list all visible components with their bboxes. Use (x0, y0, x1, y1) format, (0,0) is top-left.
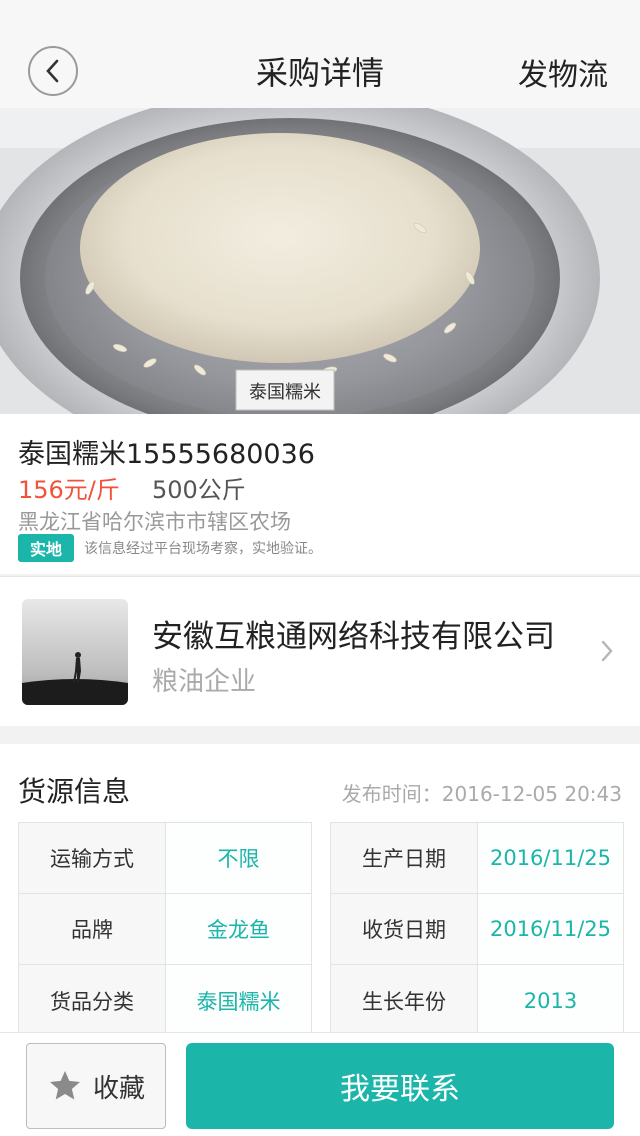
company-avatar (22, 599, 128, 705)
table-row: 收货日期 2016/11/25 (331, 894, 623, 965)
company-type: 粮油企业 (152, 667, 257, 697)
table-key: 生长年份 (331, 965, 478, 1036)
product-address: 黑龙江省哈尔滨市市辖区农场 (18, 510, 291, 534)
chevron-right-icon (600, 639, 614, 667)
product-info: 泰国糯米15555680036 156元/斤 500公斤 黑龙江省哈尔滨市市辖区… (0, 414, 640, 574)
table-key: 生产日期 (331, 823, 478, 893)
table-value: 2016/11/25 (478, 894, 623, 964)
table-row: 货品分类 泰国糯米 (19, 965, 311, 1036)
company-card[interactable]: 安徽互粮通网络科技有限公司 粮油企业 (0, 576, 640, 726)
supply-table-left: 运输方式 不限 品牌 金龙鱼 货品分类 泰国糯米 (18, 822, 312, 1037)
table-row: 品牌 金龙鱼 (19, 894, 311, 965)
rice-plate-image: 泰国糯米 (0, 108, 640, 414)
table-key: 运输方式 (19, 823, 166, 893)
publish-time: 发布时间：2016-12-05 20:43 (341, 782, 622, 806)
table-row: 生产日期 2016/11/25 (331, 823, 623, 894)
table-value: 泰国糯米 (166, 965, 311, 1036)
purchase-detail-page: 采购详情 发物流 泰国糯米 泰国糯米15555680036 156元/斤 500… (0, 0, 640, 1136)
send-logistics-button[interactable]: 发物流 (518, 50, 608, 94)
table-value: 2016/11/25 (478, 823, 623, 893)
favorite-label: 收藏 (92, 1073, 145, 1104)
supply-title: 货源信息 (18, 775, 131, 808)
table-row: 生长年份 2013 (331, 965, 623, 1036)
verified-badge: 实地 (18, 534, 75, 562)
rice-label-text: 泰国糯米 (249, 382, 321, 403)
product-quantity: 500公斤 (152, 476, 246, 504)
nav-bar: 采购详情 发物流 (0, 0, 640, 108)
table-value: 不限 (166, 823, 311, 893)
table-key: 收货日期 (331, 894, 478, 964)
product-price: 156元/斤 (18, 476, 120, 504)
company-name: 安徽互粮通网络科技有限公司 (152, 619, 555, 655)
table-row: 运输方式 不限 (19, 823, 311, 894)
table-value: 2013 (478, 965, 623, 1036)
star-icon (49, 1071, 80, 1100)
product-title: 泰国糯米15555680036 (18, 439, 315, 470)
verified-note: 该信息经过平台现场考察，实地验证。 (84, 541, 323, 557)
contact-button[interactable]: 我要联系 (186, 1043, 614, 1129)
table-key: 货品分类 (19, 965, 166, 1036)
silhouette-image (22, 599, 128, 705)
product-image: 泰国糯米 (0, 108, 640, 414)
table-key: 品牌 (19, 894, 166, 964)
verification-row: 实地 该信息经过平台现场考察，实地验证。 (18, 534, 323, 562)
supply-table-right: 生产日期 2016/11/25 收货日期 2016/11/25 生长年份 201… (330, 822, 624, 1037)
favorite-button[interactable]: 收藏 (26, 1043, 166, 1129)
bottom-action-bar: 收藏 我要联系 (0, 1032, 640, 1136)
table-value: 金龙鱼 (166, 894, 311, 964)
